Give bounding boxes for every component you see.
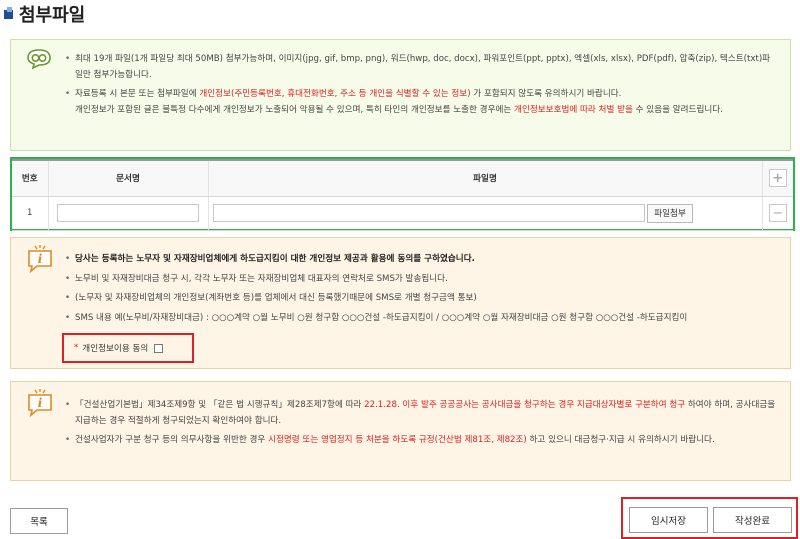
row-action: − (761, 196, 793, 231)
notice-info-icon: i (28, 389, 52, 418)
notice-item: SMS 내용 예(노무비/자재장비대금) : ○○○계약 ○월 노무비 ○원 청… (65, 311, 776, 327)
remove-row-button[interactable]: − (768, 204, 787, 222)
complete-button[interactable]: 작성완료 (713, 507, 792, 533)
notice-item: 「건설산업기본법」제34조제9항 및 「같은 법 시행규칙」제28조제7항에 따… (65, 398, 776, 429)
required-mark: * (74, 343, 79, 353)
notice-item: 최대 19개 파일(1개 파일당 최대 50MB) 첨부가능하며, 이미지(jp… (65, 52, 776, 83)
notice-item: 자료등록 시 본문 또는 첨부파일에 개인정보(주민등록번호, 휴대전화번호, … (65, 87, 776, 103)
doc-name-cell (47, 196, 208, 231)
consent-label: 개인정보이용 동의 (82, 344, 149, 354)
file-attach-section: 번호 문서명 파일명 + 1 파일첨부 − (10, 157, 795, 231)
svg-text:i: i (38, 252, 43, 266)
row-num: 1 (12, 196, 48, 231)
payment-claim-notice: i 「건설산업기본법」제34조제9항 및 「같은 법 시행규칙」제28조제7항에… (10, 381, 791, 481)
attachment-notice: 최대 19개 파일(1개 파일당 최대 50MB) 첨부가능하며, 이미지(jp… (10, 39, 791, 151)
list-button[interactable]: 목록 (10, 508, 68, 534)
svg-text:i: i (38, 396, 43, 410)
header-action: + (761, 159, 793, 197)
table-header-row: 번호 문서명 파일명 + (12, 159, 793, 197)
file-name-input[interactable] (212, 204, 645, 222)
doc-name-input[interactable] (56, 204, 199, 222)
notice-item: 개인정보가 포함된 글은 불특정 다수에게 개인정보가 노출되어 악용될 수 있… (75, 104, 723, 115)
notice-info-icon: i (28, 245, 52, 274)
notice-eye-icon (27, 49, 51, 70)
title-bullet-icon (4, 6, 13, 19)
notice-item: 노무비 및 자재장비대금 청구 시, 각각 노무자 또는 자재장비업체 대표자의… (65, 272, 776, 288)
add-row-button[interactable]: + (768, 169, 787, 188)
file-name-cell: 파일첨부 (207, 196, 762, 231)
header-doc-name: 문서명 (47, 159, 208, 197)
table-row: 1 파일첨부 − (12, 196, 793, 231)
notice-item: (노무자 및 자재장비업체의 개인정보(계좌번호 등)를 업체에서 대신 등록했… (65, 291, 776, 307)
temp-save-button[interactable]: 임시저장 (629, 507, 708, 533)
notice-item: 건설사업자가 구분 청구 등의 의무사항을 위반한 경우 시정명령 또는 영업정… (65, 433, 776, 449)
header-file-name: 파일명 (207, 159, 762, 197)
page-header: 첨부파일 (4, 0, 85, 28)
notice-item: 당사는 등록하는 노무자 및 자재장비업체에게 하도급지킴이 대한 개인정보 제… (65, 252, 776, 268)
attach-file-button[interactable]: 파일첨부 (647, 203, 693, 223)
header-num: 번호 (12, 159, 48, 197)
privacy-consent-checkbox[interactable] (154, 343, 164, 353)
file-table: 번호 문서명 파일명 + 1 파일첨부 − (12, 159, 793, 231)
page-title: 첨부파일 (19, 5, 86, 26)
privacy-consent-field: * 개인정보이용 동의 (62, 333, 194, 363)
